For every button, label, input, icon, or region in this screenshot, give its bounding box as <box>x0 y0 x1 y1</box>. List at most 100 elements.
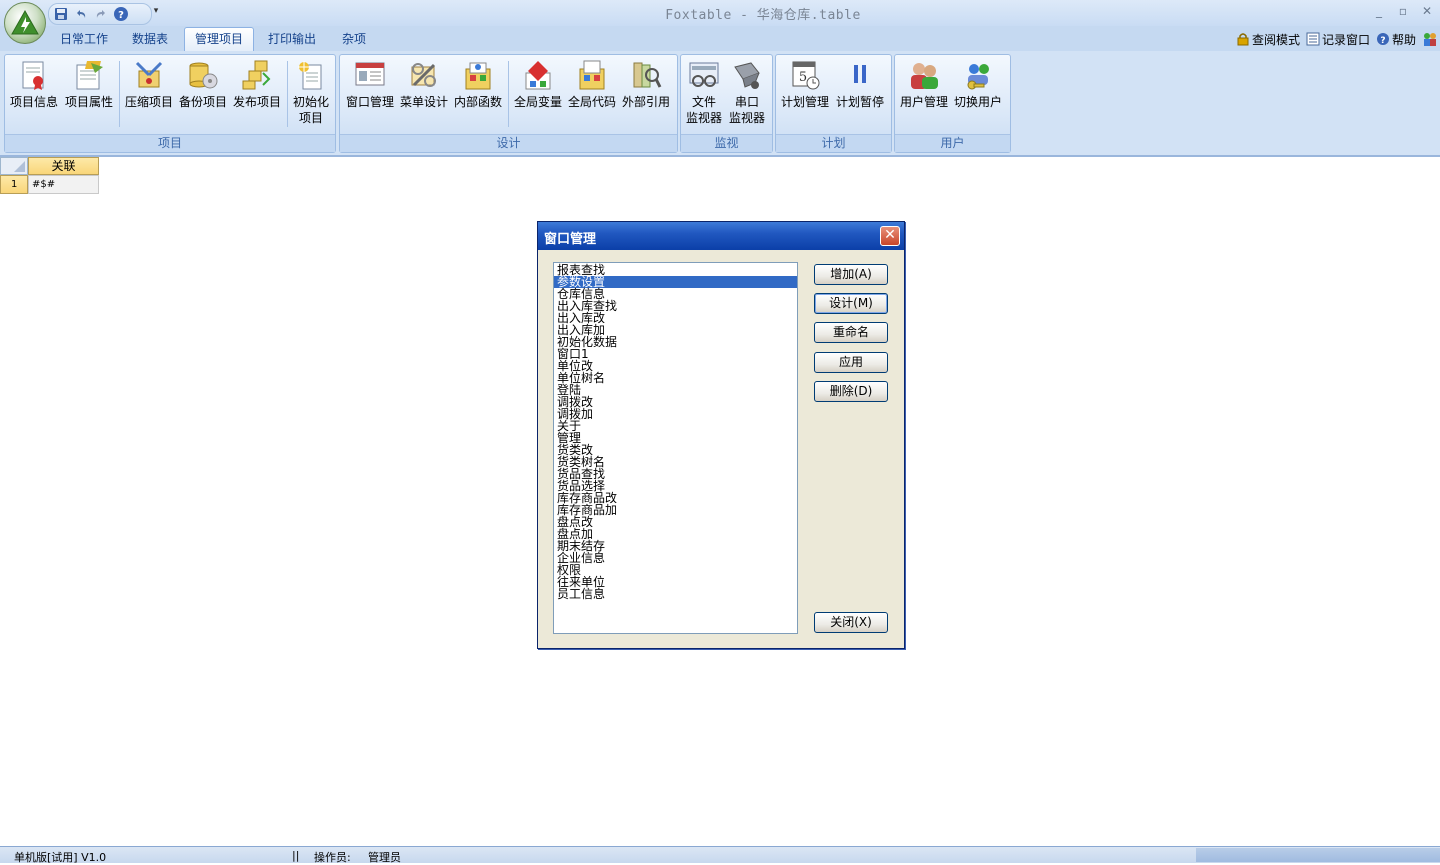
project-info-icon <box>18 59 50 91</box>
ribbon-group-schedule-label: 计划 <box>776 134 891 152</box>
list-item[interactable]: 关于 <box>554 420 797 432</box>
global-code-icon <box>576 59 608 91</box>
initialize-project-button[interactable]: 初始化 项目 <box>284 58 338 126</box>
record-window-button[interactable]: 记录窗口 <box>1306 31 1370 48</box>
dialog-title-bar: 窗口管理 ✕ <box>538 222 904 250</box>
file-monitor-button[interactable]: 文件 监视器 <box>679 58 729 126</box>
user-management-button[interactable]: 用户管理 <box>897 58 951 110</box>
record-window-label: 记录窗口 <box>1321 32 1370 47</box>
compress-icon <box>133 59 165 91</box>
serial-monitor-button[interactable]: 串口 监视器 <box>723 58 771 126</box>
list-item[interactable]: 企业信息 <box>554 552 797 564</box>
initialize-icon <box>295 59 327 91</box>
project-properties-button[interactable]: 项目属性 <box>62 58 116 110</box>
lock-icon <box>1237 33 1249 46</box>
svg-text:5: 5 <box>799 70 807 85</box>
restore-icon[interactable]: ▫ <box>1392 4 1414 20</box>
row-header[interactable]: 1 <box>0 175 28 194</box>
tab-misc[interactable]: 杂项 <box>332 28 376 50</box>
close-window-icon[interactable]: ✕ <box>1416 4 1438 20</box>
ribbon-group-user-label: 用户 <box>895 134 1010 152</box>
status-separator: || <box>292 849 300 862</box>
tab-print-output[interactable]: 打印输出 <box>258 28 326 50</box>
user-management-label: 用户管理 <box>899 95 948 109</box>
view-mode-button[interactable]: 查阅模式 <box>1236 31 1300 48</box>
tab-data-table[interactable]: 数据表 <box>122 28 178 50</box>
publish-project-button[interactable]: 发布项目 <box>230 58 284 110</box>
file-monitor-icon <box>688 59 720 91</box>
delete-button[interactable]: 删除(D) <box>814 381 888 402</box>
ribbon-group-user: 用户管理 切换用户 用户 <box>894 54 1011 153</box>
global-variables-icon <box>522 59 554 91</box>
window-manager-label: 窗口管理 <box>345 95 394 109</box>
backup-project-label: 备份项目 <box>178 95 227 109</box>
publish-icon <box>241 59 273 91</box>
ribbon-group-project: 项目信息 项目属性 压缩项目 备份项目 发布项目 初始化 项目 项目 <box>4 54 336 153</box>
window-manager-button[interactable]: 窗口管理 <box>343 58 397 110</box>
grid-corner[interactable] <box>0 157 28 175</box>
switch-user-icon <box>962 59 994 91</box>
add-button[interactable]: 增加(A) <box>814 264 888 285</box>
svg-text:?: ? <box>1380 36 1385 46</box>
design-button[interactable]: 设计(M) <box>814 293 888 314</box>
global-code-button[interactable]: 全局代码 <box>565 58 619 110</box>
initialize-label-2: 项目 <box>298 111 323 125</box>
internal-functions-icon <box>462 59 494 91</box>
menu-design-icon <box>408 59 440 91</box>
title-bar: ? ▾ Foxtable - 华海仓库.table _ ▫ ✕ <box>0 0 1440 26</box>
window-list[interactable]: 报表查找 参数设置 仓库信息 出入库查找 出入库改 出入库加 初始化数据 窗口1 单位改 单位树名… <box>553 262 798 634</box>
right-toolbar: 查阅模式 记录窗口 ? 帮助 <box>1236 30 1440 48</box>
list-item[interactable]: 员工信息 <box>554 588 797 600</box>
app-menu-button[interactable] <box>4 2 46 44</box>
operator-name: 管理员 <box>368 851 401 864</box>
internal-functions-button[interactable]: 内部函数 <box>451 58 505 110</box>
grid-cell[interactable]: #$# <box>28 175 99 194</box>
serial-monitor-label-2: 监视器 <box>728 111 765 125</box>
external-references-button[interactable]: 外部引用 <box>619 58 673 110</box>
calendar-clock-icon: 5 <box>789 59 821 91</box>
global-variables-button[interactable]: 全局变量 <box>511 58 565 110</box>
global-variables-label: 全局变量 <box>513 95 562 109</box>
status-bar: 单机版[试用] V1.0 || 操作员: 管理员 <box>0 846 1440 864</box>
internal-functions-label: 内部函数 <box>453 95 502 109</box>
minimize-icon[interactable]: _ <box>1368 4 1390 20</box>
switch-user-button[interactable]: 切换用户 <box>951 58 1005 110</box>
rename-button[interactable]: 重命名 <box>814 322 888 343</box>
app-logo-icon <box>11 9 39 35</box>
tab-daily-work[interactable]: 日常工作 <box>50 28 118 50</box>
project-info-button[interactable]: 项目信息 <box>7 58 61 110</box>
view-mode-label: 查阅模式 <box>1251 32 1300 47</box>
compress-project-button[interactable]: 压缩项目 <box>122 58 176 110</box>
project-info-label: 项目信息 <box>9 95 58 109</box>
list-item[interactable]: 初始化数据 <box>554 336 797 348</box>
users-tool-button[interactable] <box>1422 31 1438 47</box>
ribbon-separator <box>119 61 120 127</box>
schedule-manager-button[interactable]: 5 计划管理 <box>778 58 832 110</box>
menu-design-label: 菜单设计 <box>399 95 448 109</box>
serial-monitor-icon <box>731 59 763 91</box>
list-item[interactable]: 调拨加 <box>554 408 797 420</box>
tab-manage-project[interactable]: 管理项目 <box>184 27 255 52</box>
backup-project-button[interactable]: 备份项目 <box>176 58 230 110</box>
ribbon-separator <box>508 61 509 127</box>
schedule-pause-button[interactable]: 计划暂停 <box>833 58 887 110</box>
ribbon-group-schedule: 5 计划管理 计划暂停 计划 <box>775 54 892 153</box>
publish-project-label: 发布项目 <box>232 95 281 109</box>
compress-project-label: 压缩项目 <box>124 95 173 109</box>
help-label: 帮助 <box>1391 32 1416 47</box>
list-item[interactable]: 单位树名 <box>554 372 797 384</box>
close-button[interactable]: 关闭(X) <box>814 612 888 633</box>
users-icon <box>1424 33 1436 46</box>
dialog-title: 窗口管理 <box>544 232 597 247</box>
menu-design-button[interactable]: 菜单设计 <box>397 58 451 110</box>
ribbon-group-monitor-label: 监视 <box>681 134 772 152</box>
window-manager-icon <box>354 59 386 91</box>
global-code-label: 全局代码 <box>567 95 616 109</box>
help-button[interactable]: ? 帮助 <box>1376 31 1416 48</box>
serial-monitor-label-1: 串口 <box>734 95 759 109</box>
file-monitor-label-2: 监视器 <box>685 111 722 125</box>
apply-button[interactable]: 应用 <box>814 352 888 373</box>
dialog-close-icon[interactable]: ✕ <box>880 226 900 246</box>
column-header-relation[interactable]: 关联 <box>28 157 99 175</box>
window-manager-dialog: 窗口管理 ✕ 报表查找 参数设置 仓库信息 出入库查找 出入库改 出入库加 初始化数据 窗口1… <box>537 221 905 649</box>
